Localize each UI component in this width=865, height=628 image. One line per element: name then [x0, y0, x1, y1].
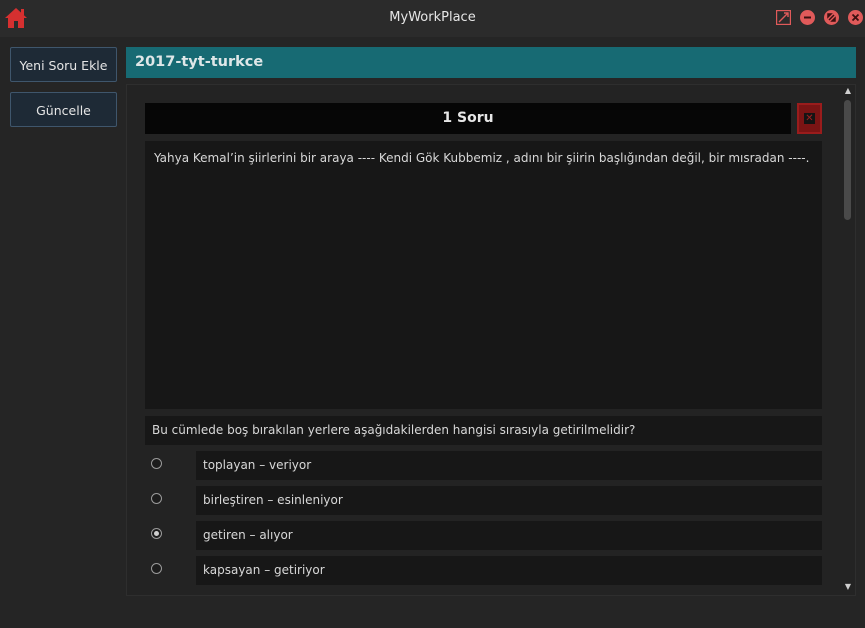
- vertical-scrollbar[interactable]: ▲ ▼: [843, 86, 853, 594]
- scroll-thumb[interactable]: [844, 100, 851, 220]
- question-prompt[interactable]: Bu cümlede boş bırakılan yerlere aşağıda…: [145, 416, 822, 445]
- option-radio-1[interactable]: [151, 458, 162, 469]
- option-text-1[interactable]: toplayan – veriyor: [196, 451, 822, 480]
- option-radio-3[interactable]: [151, 528, 162, 539]
- close-icon: ✕: [804, 113, 815, 124]
- update-button[interactable]: Güncelle: [10, 92, 117, 127]
- close-icon[interactable]: [848, 10, 863, 25]
- scroll-down-icon[interactable]: ▼: [843, 582, 853, 592]
- delete-question-button[interactable]: ✕: [797, 103, 822, 134]
- window-title: MyWorkPlace: [389, 10, 476, 25]
- option-radio-2[interactable]: [151, 493, 162, 504]
- option-text-2[interactable]: birleştiren – esinleniyor: [196, 486, 822, 515]
- maximize-icon[interactable]: [776, 10, 791, 25]
- exam-title: 2017-tyt-turkce: [126, 47, 856, 78]
- restore-icon[interactable]: [824, 10, 839, 25]
- option-text-3[interactable]: getiren – alıyor: [196, 521, 822, 550]
- minimize-icon[interactable]: [800, 10, 815, 25]
- question-header: 1 Soru: [145, 103, 791, 134]
- option-radio-4[interactable]: [151, 563, 162, 574]
- question-text[interactable]: Yahya Kemal’in şiirlerini bir araya ----…: [145, 141, 822, 409]
- scroll-up-icon[interactable]: ▲: [843, 86, 853, 96]
- add-question-button[interactable]: Yeni Soru Ekle: [10, 47, 117, 82]
- title-bar: MyWorkPlace: [0, 0, 865, 37]
- option-text-4[interactable]: kapsayan – getiriyor: [196, 556, 822, 585]
